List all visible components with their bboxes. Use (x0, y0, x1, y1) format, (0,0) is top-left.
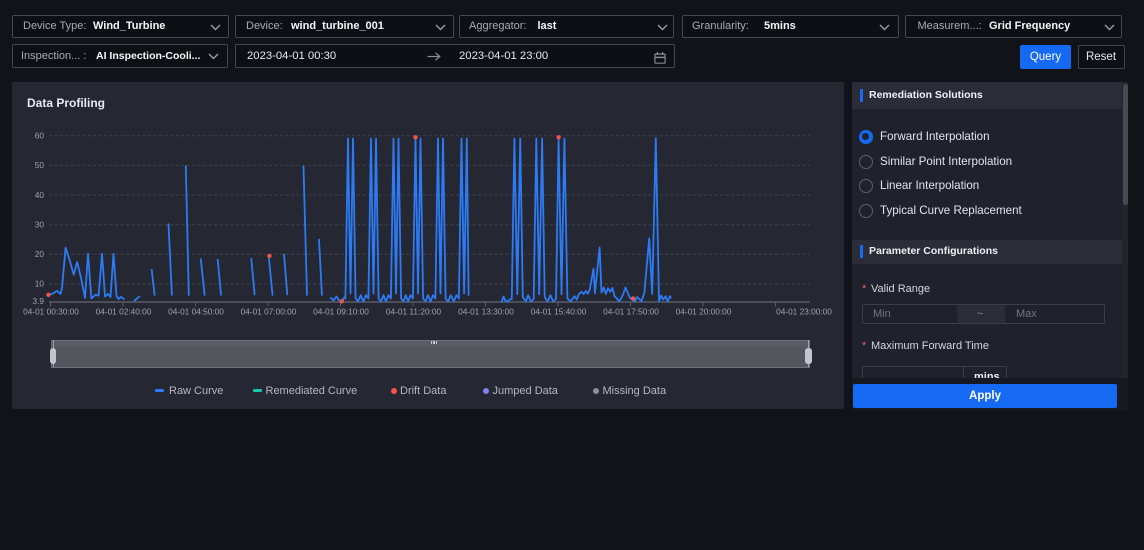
svg-text:04-01 04:50:00: 04-01 04:50:00 (168, 307, 224, 317)
svg-text:20: 20 (35, 249, 45, 259)
svg-text:04-01 13:30:00: 04-01 13:30:00 (458, 307, 514, 317)
svg-text:04-01 07:00:00: 04-01 07:00:00 (241, 307, 297, 317)
svg-text:04-01 20:00:00: 04-01 20:00:00 (676, 307, 732, 317)
svg-text:04-01 02:40:00: 04-01 02:40:00 (96, 307, 152, 317)
svg-text:04-01 09:10:00: 04-01 09:10:00 (313, 307, 369, 317)
svg-text:04-01 00:30:00: 04-01 00:30:00 (23, 307, 79, 317)
svg-text:04-01 15:40:00: 04-01 15:40:00 (531, 307, 587, 317)
svg-text:60: 60 (35, 131, 45, 141)
svg-text:04-01 17:50:00: 04-01 17:50:00 (603, 307, 659, 317)
svg-text:40: 40 (35, 190, 45, 200)
svg-text:50: 50 (35, 160, 45, 170)
svg-text:30: 30 (35, 220, 45, 230)
svg-text:10: 10 (35, 279, 45, 289)
svg-text:04-01 23:00:00: 04-01 23:00:00 (776, 307, 832, 317)
svg-text:3.9: 3.9 (32, 296, 44, 306)
svg-text:04-01 11:20:00: 04-01 11:20:00 (386, 307, 442, 317)
